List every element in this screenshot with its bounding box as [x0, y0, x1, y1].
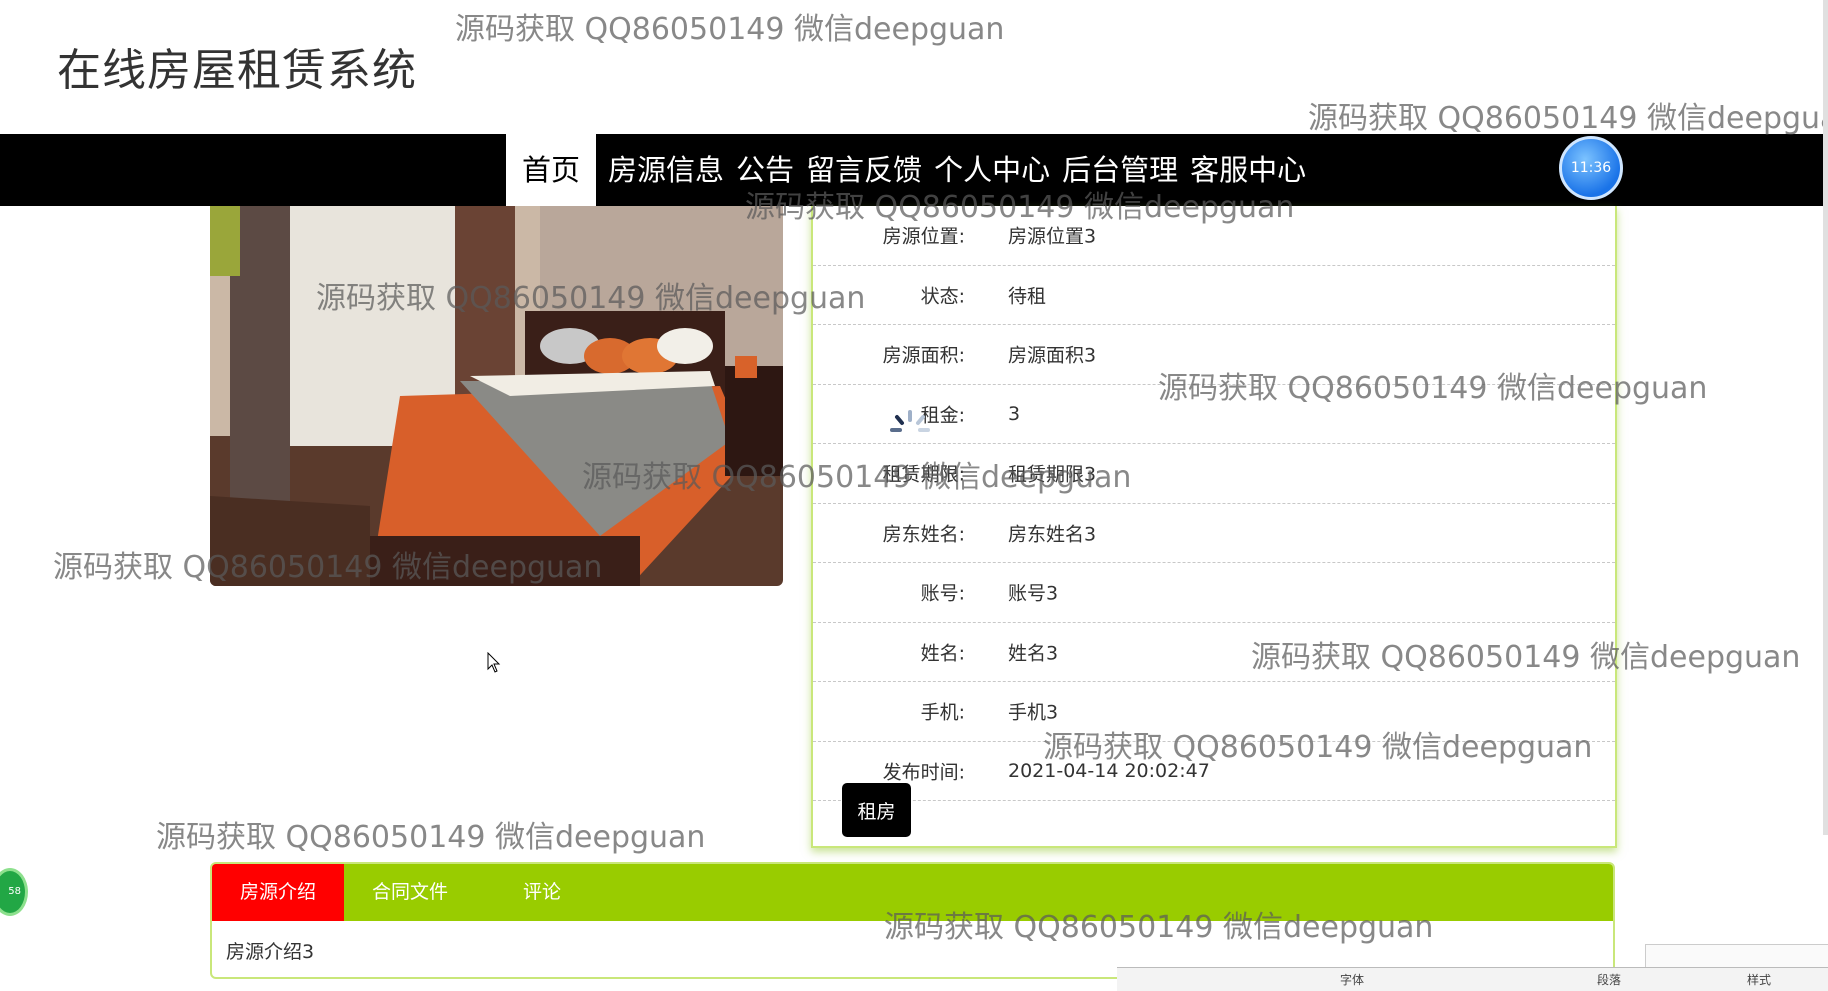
rent-button[interactable]: 租房 — [842, 783, 911, 837]
detail-label: 手机: — [920, 701, 965, 724]
watermark: 源码获取 QQ86050149 微信deepguan — [1308, 101, 1828, 136]
detail-row-name: 姓名: 姓名3 — [813, 623, 1615, 682]
tab-comments[interactable]: 评论 — [476, 864, 608, 921]
detail-value: 2021-04-14 20:02:47 — [1008, 759, 1210, 782]
property-detail-panel: 房源位置: 房源位置3 状态: 待租 房源面积: 房源面积3 租金: 3 租赁期… — [811, 206, 1617, 848]
detail-label: 租赁期限: — [882, 463, 965, 486]
nav-item-announcements[interactable]: 公告 — [730, 134, 800, 206]
detail-value: 房东姓名3 — [1008, 523, 1097, 546]
toolbar-label-paragraph[interactable]: 段落 — [1597, 971, 1621, 988]
detail-row-location: 房源位置: 房源位置3 — [813, 206, 1615, 266]
nav-item-profile[interactable]: 个人中心 — [928, 134, 1056, 206]
tab-bar: 房源介绍 合同文件 评论 — [212, 864, 1613, 921]
detail-row-account: 账号: 账号3 — [813, 563, 1615, 623]
detail-value: 房源面积3 — [1008, 344, 1097, 367]
nav-item-support[interactable]: 客服中心 — [1184, 134, 1312, 206]
detail-row-area: 房源面积: 房源面积3 — [813, 325, 1615, 385]
nav-items: 首页 房源信息 公告 留言反馈 个人中心 后台管理 客服中心 — [506, 134, 1312, 206]
mouse-cursor-icon — [487, 652, 501, 673]
tab-contract-files[interactable]: 合同文件 — [344, 864, 476, 921]
detail-value: 手机3 — [1008, 701, 1059, 724]
toolbar-label-styles[interactable]: 样式 — [1747, 971, 1771, 988]
watermark: 源码获取 QQ86050149 微信deepguan — [156, 820, 706, 855]
detail-row-rent: 租金: 3 — [813, 385, 1615, 444]
page-scrollbar[interactable] — [1823, 0, 1828, 835]
watermark: 源码获取 QQ86050149 微信deepguan — [455, 12, 1005, 47]
tab-property-intro[interactable]: 房源介绍 — [212, 864, 344, 921]
detail-value: 待租 — [1008, 285, 1047, 308]
detail-label: 账号: — [920, 582, 965, 605]
toolbar-label-font[interactable]: 字体 — [1340, 971, 1364, 988]
detail-row-landlord: 房东姓名: 房东姓名3 — [813, 504, 1615, 563]
detail-label: 姓名: — [920, 642, 965, 665]
detail-value: 租赁期限3 — [1008, 463, 1097, 486]
detail-value: 账号3 — [1008, 582, 1059, 605]
detail-label: 发布时间: — [882, 761, 965, 784]
detail-label: 房源位置: — [882, 225, 965, 248]
detail-label: 状态: — [920, 285, 965, 308]
nav-item-home[interactable]: 首页 — [506, 134, 597, 206]
detail-row-phone: 手机: 手机3 — [813, 682, 1615, 742]
nav-item-feedback[interactable]: 留言反馈 — [800, 134, 928, 206]
side-float-badge[interactable]: 58 — [0, 868, 28, 916]
editor-toolbar-strip: 字体 段落 样式 — [1117, 967, 1828, 991]
detail-value: 姓名3 — [1008, 642, 1059, 665]
clock-widget[interactable]: 11:36 — [1559, 136, 1623, 200]
info-tabs: 房源介绍 合同文件 评论 房源介绍3 — [210, 862, 1615, 979]
nav-item-listings[interactable]: 房源信息 — [602, 134, 730, 206]
detail-label: 房源面积: — [882, 344, 965, 367]
nav-item-admin[interactable]: 后台管理 — [1056, 134, 1184, 206]
detail-row-published: 发布时间: 2021-04-14 20:02:47 — [813, 742, 1615, 801]
property-photo — [210, 206, 783, 586]
loading-spinner-icon — [890, 410, 930, 432]
detail-value: 3 — [1008, 402, 1021, 425]
detail-value: 房源位置3 — [1008, 225, 1097, 248]
detail-row-lease-term: 租赁期限: 租赁期限3 — [813, 444, 1615, 504]
detail-row-status: 状态: 待租 — [813, 266, 1615, 325]
main-nav: 首页 房源信息 公告 留言反馈 个人中心 后台管理 客服中心 — [0, 134, 1824, 206]
detail-label: 房东姓名: — [882, 523, 965, 546]
site-title: 在线房屋租赁系统 — [57, 45, 417, 96]
